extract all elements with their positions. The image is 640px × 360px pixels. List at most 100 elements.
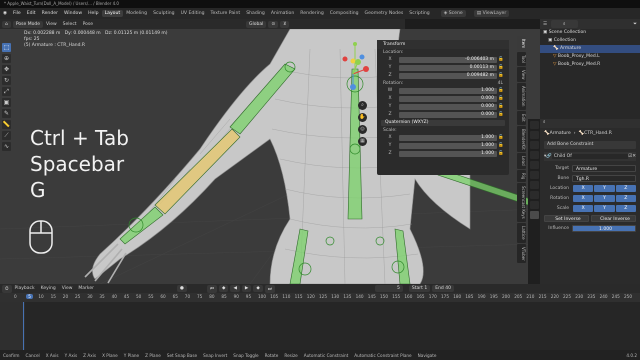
measure-icon[interactable]: 📏 bbox=[2, 120, 11, 129]
location-x-field[interactable]: -0.006403 m bbox=[399, 56, 497, 63]
scale-x-field[interactable]: 1.000 bbox=[399, 134, 497, 141]
current-frame-field[interactable]: 5 bbox=[374, 285, 403, 292]
lock-icon[interactable]: 🔓 bbox=[497, 88, 505, 93]
jump-end-icon[interactable]: ⏭ bbox=[264, 284, 275, 293]
navigation-gizmo[interactable] bbox=[336, 57, 370, 91]
rotation-mode-dropdown[interactable]: Quaternion (WXYZ) bbox=[381, 119, 505, 126]
outliner-item-boob-proxy-l[interactable]: ▽ Boob_Proxy_Med.L bbox=[540, 53, 640, 61]
workspace-tab-animation[interactable]: Animation bbox=[268, 10, 297, 17]
transform-panel-header[interactable]: Transform bbox=[377, 40, 509, 49]
scene-selector[interactable]: ◈ Scene bbox=[440, 10, 466, 17]
add-bone-constraint-button[interactable]: Add Bone Constraint bbox=[544, 141, 636, 149]
scale-z-field[interactable]: 1.000 bbox=[399, 150, 497, 157]
jump-start-icon[interactable]: ⏮ bbox=[206, 284, 217, 293]
move-icon[interactable]: ✥ bbox=[2, 65, 11, 74]
pivot-icon[interactable]: ⊙ bbox=[268, 20, 279, 28]
tab-lattice[interactable]: Lattice bbox=[517, 223, 526, 243]
snap-icon[interactable]: ⊻ bbox=[280, 20, 290, 28]
timeline-menu-playback[interactable]: Playback bbox=[12, 286, 38, 291]
object-properties-icon[interactable] bbox=[529, 171, 539, 179]
physics-properties-icon[interactable] bbox=[529, 181, 539, 189]
rotation-lock-mode[interactable]: 4L bbox=[498, 80, 503, 87]
tab-screencast-keys[interactable]: Screencast Keys bbox=[517, 183, 526, 223]
lock-icon[interactable]: 🔓 bbox=[497, 96, 505, 101]
tab-tool[interactable]: Tool bbox=[517, 52, 526, 66]
rotate-icon[interactable]: ↻ bbox=[2, 76, 11, 85]
tab-blenderkit[interactable]: BlenderKit bbox=[517, 125, 526, 153]
scale-z-toggle[interactable]: Z bbox=[615, 204, 636, 212]
menu-help[interactable]: Help bbox=[85, 11, 101, 16]
workspace-tab-compositing[interactable]: Compositing bbox=[327, 10, 362, 17]
timeline-menu-keying[interactable]: Keying bbox=[38, 286, 59, 291]
scale-icon[interactable]: ⤢ bbox=[2, 87, 11, 96]
rotation-w-field[interactable]: 1.000 bbox=[399, 87, 497, 94]
lock-icon[interactable]: 🔓 bbox=[497, 143, 505, 148]
outliner-search-icon[interactable]: ⌕ bbox=[551, 20, 578, 28]
workspace-tab-texture-paint[interactable]: Texture Paint bbox=[208, 10, 244, 17]
properties-search-icon[interactable]: ⌕ bbox=[543, 120, 546, 125]
viewport-menu-pose[interactable]: Pose bbox=[80, 22, 96, 27]
tab-edit[interactable]: Edit bbox=[517, 110, 526, 125]
relax-pose-icon[interactable]: ∿ bbox=[2, 142, 11, 151]
timeline-menu-marker[interactable]: Marker bbox=[75, 286, 97, 291]
3d-viewport[interactable]: Dx: 0.002288 m Dy: 0.000448 m Dz: 0.0112… bbox=[0, 29, 540, 284]
world-properties-icon[interactable] bbox=[529, 161, 539, 169]
bone-constraint-icon[interactable] bbox=[529, 211, 539, 219]
lock-icon[interactable]: 🔓 bbox=[497, 65, 505, 70]
menu-window[interactable]: Window bbox=[61, 11, 85, 16]
rotation-y-field[interactable]: 0.000 bbox=[399, 103, 497, 110]
lock-icon[interactable]: 🔓 bbox=[497, 135, 505, 140]
location-y-toggle[interactable]: Y bbox=[594, 184, 615, 192]
menu-edit[interactable]: Edit bbox=[24, 11, 39, 16]
transform-icon[interactable]: ▣ bbox=[2, 98, 11, 107]
outliner-item-boob-proxy-r[interactable]: ▽ Boob_Proxy_Med.R bbox=[540, 61, 640, 69]
viewport-menu-view[interactable]: View bbox=[43, 22, 60, 27]
next-key-icon[interactable]: ◆ bbox=[253, 285, 263, 292]
record-icon[interactable]: ● bbox=[176, 285, 187, 292]
target-field[interactable]: Armature bbox=[572, 164, 636, 172]
filter-icon[interactable]: ⏷ bbox=[633, 21, 637, 27]
workspace-tab-scripting[interactable]: Scripting bbox=[406, 10, 432, 17]
mode-selector[interactable]: Pose Mode bbox=[12, 20, 43, 28]
subtarget-bone-field[interactable]: Tgh.R bbox=[572, 174, 636, 182]
location-z-field[interactable]: 0.009482 m bbox=[399, 72, 497, 79]
location-y-field[interactable]: 0.00113 m bbox=[399, 64, 497, 71]
bone-properties-icon[interactable] bbox=[529, 201, 539, 209]
lock-icon[interactable]: 🔓 bbox=[497, 151, 505, 156]
lock-icon[interactable]: 🔓 bbox=[497, 104, 505, 109]
rotation-z-field[interactable]: 0.000 bbox=[399, 111, 497, 118]
workspace-tab-uv-editing[interactable]: UV Editing bbox=[178, 10, 208, 17]
tab-vtuber[interactable]: VTuber bbox=[517, 243, 526, 264]
select-box-icon[interactable]: ⬚ bbox=[2, 43, 11, 52]
outliner-item-armature[interactable]: 🦴 Armature bbox=[540, 45, 640, 53]
timeline-ruler[interactable]: 0 5 10 15 20 25 30 35 40 45 50 55 60 65 70 75 80 85 90 95 10… bbox=[0, 293, 640, 302]
influence-slider[interactable]: 1.000 bbox=[572, 224, 636, 232]
annotate-icon[interactable]: ✎ bbox=[2, 109, 11, 118]
close-icon[interactable]: ✕ bbox=[632, 154, 636, 159]
view-layer-selector[interactable]: ▤ ViewLayer bbox=[473, 10, 510, 17]
scale-y-toggle[interactable]: Y bbox=[594, 204, 615, 212]
rotation-x-toggle[interactable]: X bbox=[573, 194, 594, 202]
lock-icon[interactable]: 🔓 bbox=[497, 57, 505, 62]
workspace-tab-modeling[interactable]: Modeling bbox=[123, 10, 150, 17]
rotation-z-toggle[interactable]: Z bbox=[615, 194, 636, 202]
lock-icon[interactable]: 🔓 bbox=[497, 112, 505, 117]
tab-animation[interactable]: Animation bbox=[517, 83, 526, 110]
outliner-item-scene-collection[interactable]: ▣ Scene Collection bbox=[540, 29, 640, 37]
set-inverse-button[interactable]: Set Inverse bbox=[544, 214, 589, 222]
workspace-tab-shading[interactable]: Shading bbox=[243, 10, 268, 17]
location-x-toggle[interactable]: X bbox=[573, 184, 594, 192]
bone-roll-icon[interactable]: ⟋ bbox=[2, 131, 11, 140]
orientation-selector[interactable]: Global bbox=[245, 20, 267, 28]
outliner-editor-icon[interactable]: ☰ bbox=[543, 22, 547, 27]
viewport-menu-select[interactable]: Select bbox=[60, 22, 80, 27]
cursor-icon[interactable]: ⊕ bbox=[2, 54, 11, 63]
tab-view[interactable]: View bbox=[517, 66, 526, 83]
lock-icon[interactable]: 🔓 bbox=[497, 73, 505, 78]
scale-x-toggle[interactable]: X bbox=[573, 204, 594, 212]
zoom-icon[interactable]: ⌕ bbox=[358, 101, 367, 110]
play-reverse-icon[interactable]: ◀ bbox=[230, 285, 240, 292]
tool-properties-icon[interactable] bbox=[529, 121, 539, 129]
prev-key-icon[interactable]: ◆ bbox=[218, 285, 229, 292]
tab-rig[interactable]: Rig bbox=[517, 169, 526, 183]
